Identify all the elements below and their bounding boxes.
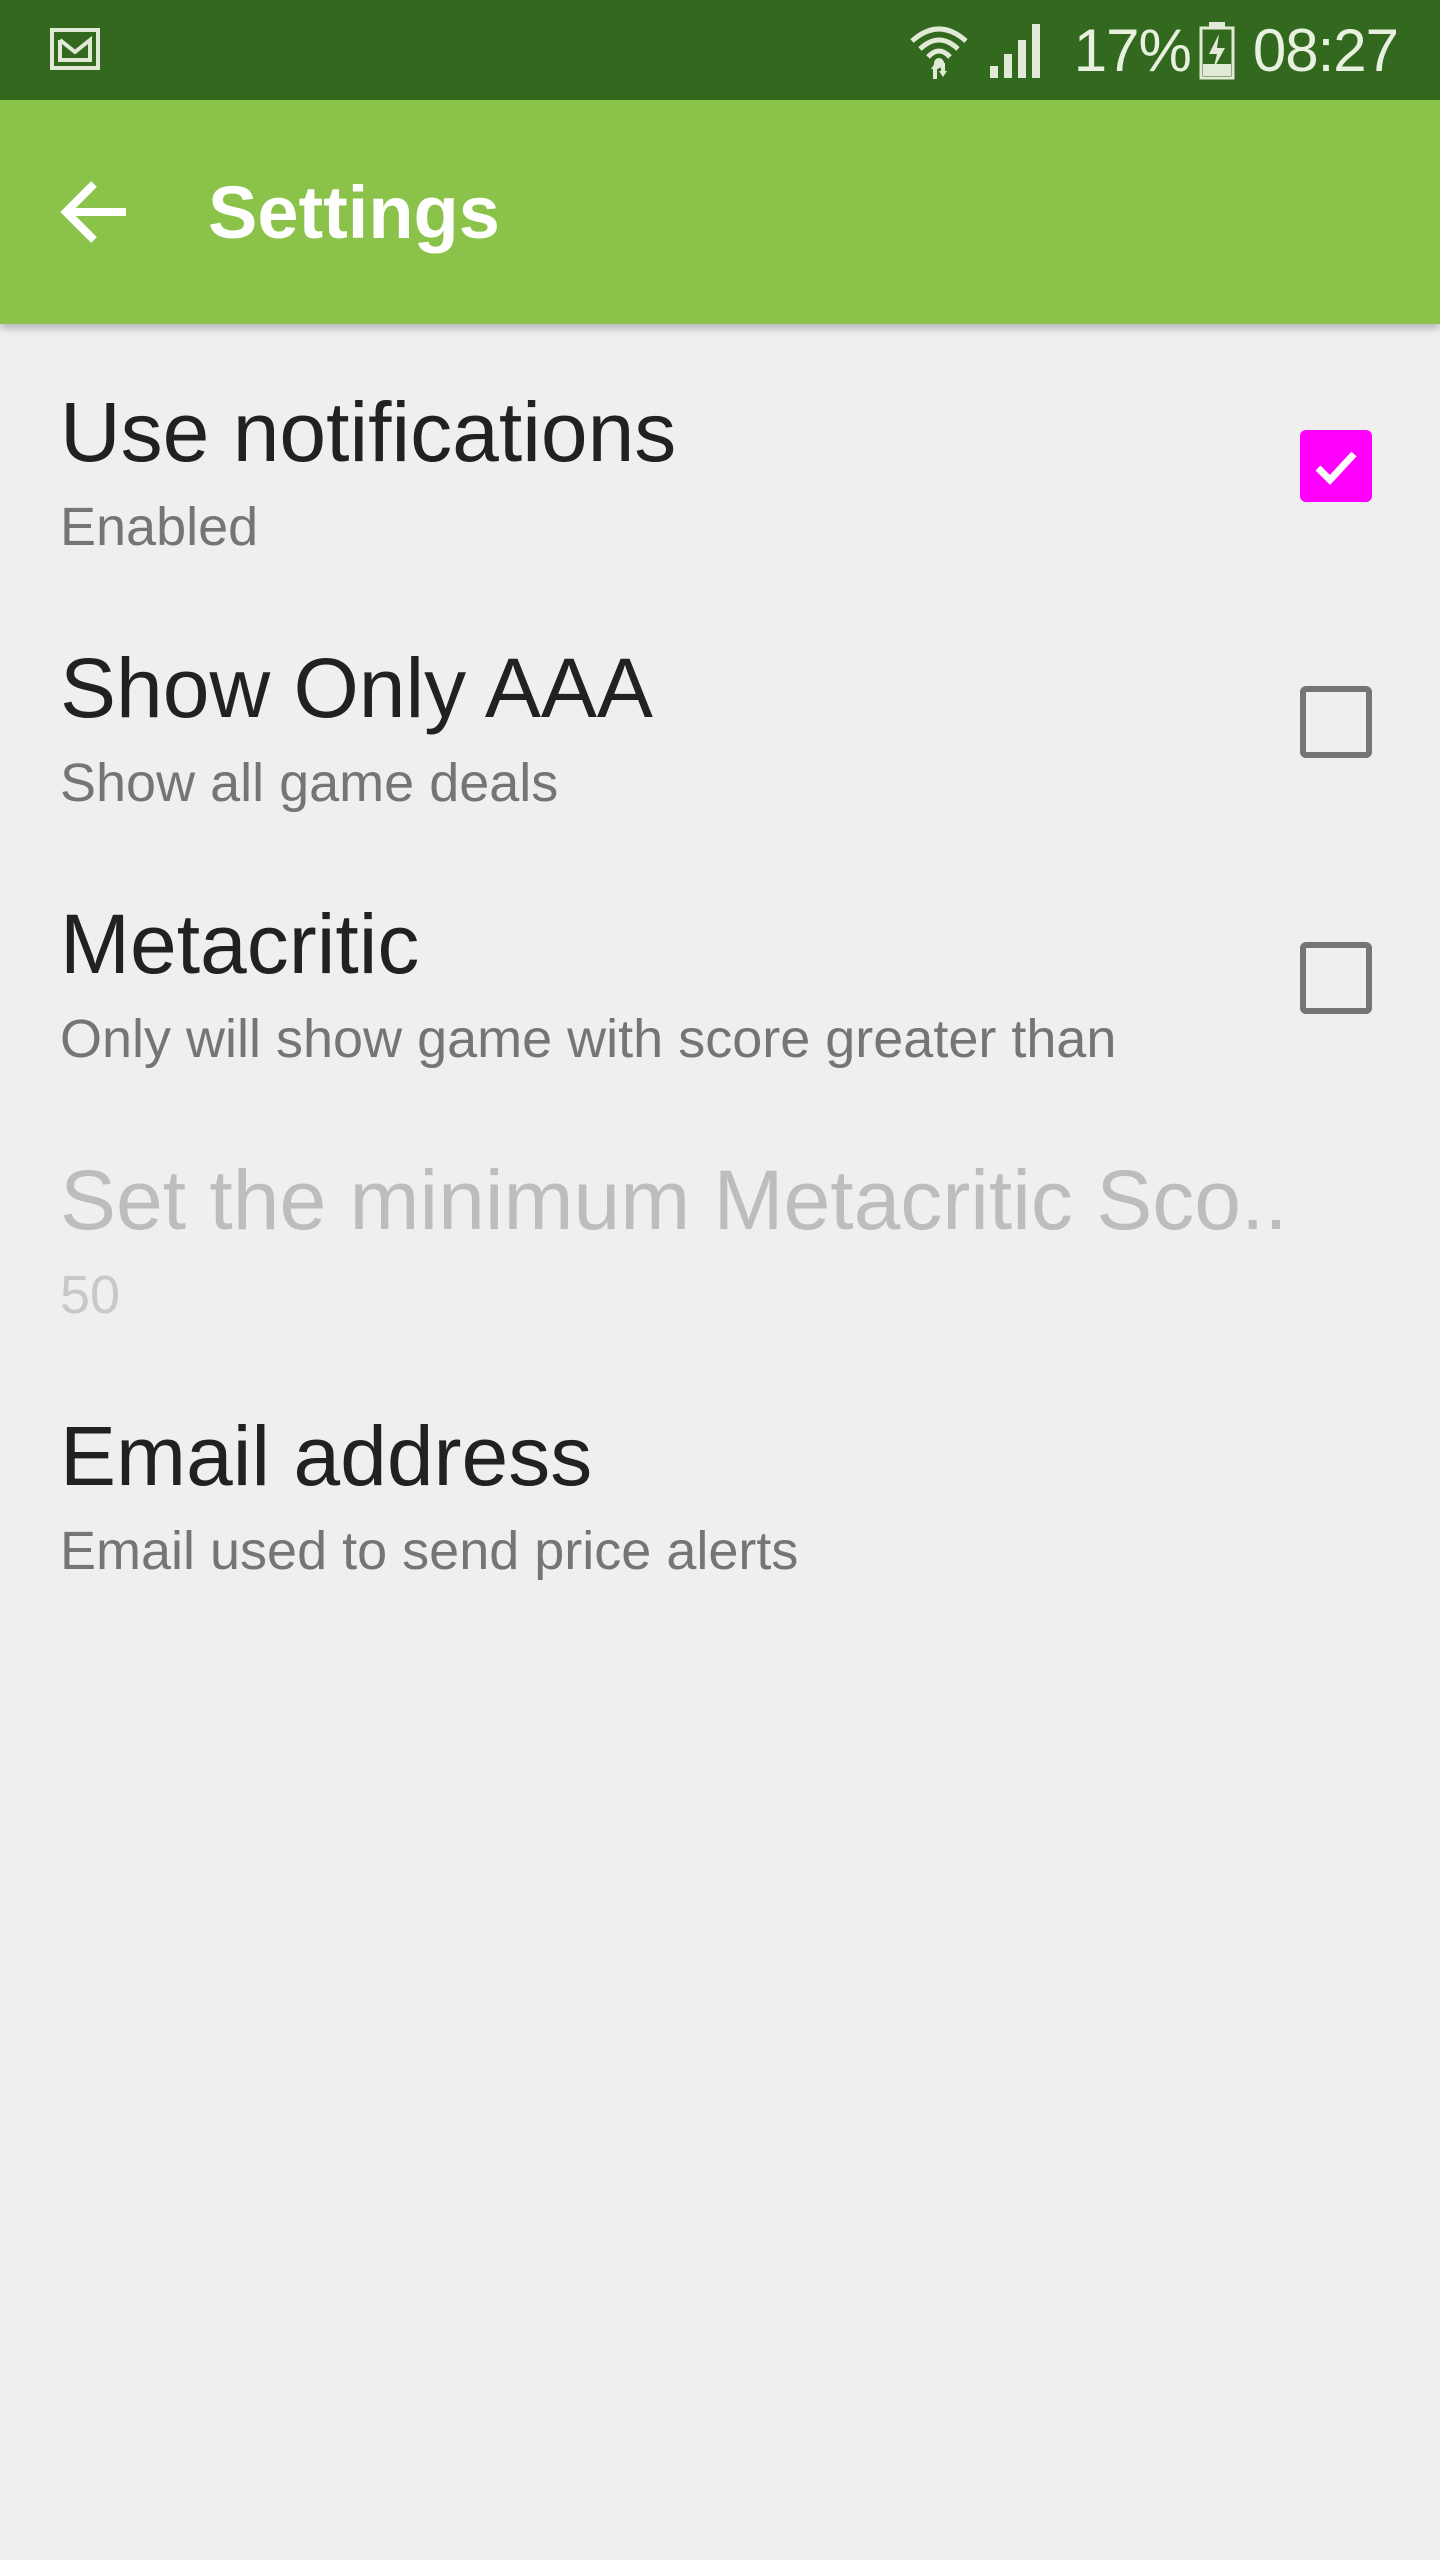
preference-list: Use notifications Enabled Show Only AAA … xyxy=(0,324,1440,1604)
battery-percent: 17% xyxy=(1073,16,1192,84)
pref-show-only-aaa[interactable]: Show Only AAA Show all game deals xyxy=(0,580,1440,836)
check-icon xyxy=(1315,451,1357,486)
pref-summary: 50 xyxy=(60,1265,121,1325)
metacritic-checkbox[interactable] xyxy=(1300,942,1372,1014)
pref-summary: Enabled xyxy=(60,497,259,557)
pref-summary: Email used to send price alerts xyxy=(60,1521,799,1581)
pref-email-address[interactable]: Email address Email used to send price a… xyxy=(0,1348,1440,1604)
pref-title: Email address xyxy=(60,1409,593,1503)
show-only-aaa-checkbox[interactable] xyxy=(1300,686,1372,758)
battery-charging-icon xyxy=(1199,22,1235,80)
pref-title: Set the minimum Metacritic Sco.. xyxy=(60,1153,1288,1247)
page-title: Settings xyxy=(208,171,500,254)
pref-title: Show Only AAA xyxy=(60,641,653,735)
pref-use-notifications[interactable]: Use notifications Enabled xyxy=(0,324,1440,580)
pref-summary: Only will show game with score greater t… xyxy=(60,1009,1117,1069)
pref-minimum-metacritic-score: Set the minimum Metacritic Sco.. 50 xyxy=(0,1092,1440,1348)
wifi-icon xyxy=(910,26,968,79)
app-bar: Settings xyxy=(0,100,1440,324)
cell-signal-icon xyxy=(989,24,1040,78)
pref-metacritic[interactable]: Metacritic Only will show game with scor… xyxy=(0,836,1440,1092)
arrow-back-icon[interactable] xyxy=(56,172,136,252)
use-notifications-checkbox[interactable] xyxy=(1300,430,1372,502)
pref-title: Metacritic xyxy=(60,897,420,991)
pref-summary: Show all game deals xyxy=(60,753,559,813)
gmail-icon xyxy=(50,28,100,70)
clock: 08:27 xyxy=(1252,16,1399,84)
status-bar: 17% 08:27 xyxy=(0,0,1440,100)
pref-title: Use notifications xyxy=(60,385,677,479)
